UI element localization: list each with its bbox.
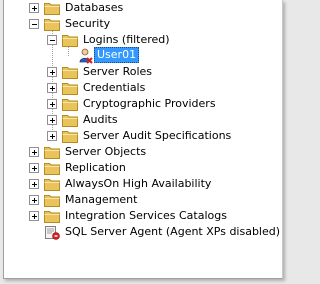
tree-item-label: Credentials bbox=[83, 81, 146, 94]
expand-icon[interactable] bbox=[29, 195, 39, 205]
expand-icon[interactable] bbox=[29, 211, 39, 221]
object-explorer-tree: Databases Security Logins (filtered) Use… bbox=[3, 0, 283, 279]
folder-icon bbox=[62, 67, 78, 79]
folder-icon bbox=[44, 163, 60, 175]
tree-item-management[interactable]: Management bbox=[4, 192, 274, 208]
tree-item-label: Cryptographic Providers bbox=[83, 97, 216, 110]
folder-icon bbox=[62, 83, 78, 95]
tree-item-label: Replication bbox=[65, 161, 126, 174]
expand-icon[interactable] bbox=[47, 99, 57, 109]
tree-item-label-selected: User01 bbox=[94, 47, 140, 63]
folder-icon bbox=[62, 131, 78, 143]
tree-item-label: SQL Server Agent (Agent XPs disabled) bbox=[65, 225, 281, 238]
tree-item-server-audit-specifications[interactable]: Server Audit Specifications bbox=[4, 128, 274, 144]
sql-agent-icon bbox=[45, 226, 60, 240]
tree-item-integration-services[interactable]: Integration Services Catalogs bbox=[4, 208, 274, 224]
folder-icon bbox=[44, 179, 60, 191]
tree-item-server-objects[interactable]: Server Objects bbox=[4, 144, 274, 160]
expand-icon[interactable] bbox=[47, 131, 57, 141]
tree-item-label: AlwaysOn High Availability bbox=[65, 177, 212, 190]
expand-icon[interactable] bbox=[47, 67, 57, 77]
tree-item-server-roles[interactable]: Server Roles bbox=[4, 64, 274, 80]
tree-item-label: Server Audit Specifications bbox=[83, 129, 232, 142]
expand-icon[interactable] bbox=[47, 115, 57, 125]
expand-icon[interactable] bbox=[29, 147, 39, 157]
expand-icon[interactable] bbox=[47, 83, 57, 93]
tree-item-cryptographic-providers[interactable]: Cryptographic Providers bbox=[4, 96, 274, 112]
tree-item-logins[interactable]: Logins (filtered) bbox=[4, 32, 274, 48]
folder-icon bbox=[44, 211, 60, 223]
tree-item-label: Integration Services Catalogs bbox=[65, 209, 227, 222]
expand-icon[interactable] bbox=[29, 3, 39, 13]
tree-item-security[interactable]: Security bbox=[4, 16, 274, 32]
tree-item-alwayson[interactable]: AlwaysOn High Availability bbox=[4, 176, 274, 192]
tree-item-sql-server-agent[interactable]: SQL Server Agent (Agent XPs disabled) bbox=[4, 224, 281, 240]
tree-item-label: Security bbox=[65, 17, 111, 30]
tree-item-audits[interactable]: Audits bbox=[4, 112, 274, 128]
tree-item-user01[interactable]: User01 bbox=[4, 47, 274, 64]
expand-icon[interactable] bbox=[29, 179, 39, 189]
folder-icon bbox=[44, 3, 60, 15]
folder-icon bbox=[62, 115, 78, 127]
tree-item-label: Server Objects bbox=[65, 145, 147, 158]
tree-item-credentials[interactable]: Credentials bbox=[4, 80, 274, 96]
folder-icon bbox=[62, 99, 78, 111]
expand-icon[interactable] bbox=[29, 163, 39, 173]
tree-item-label: Databases bbox=[65, 1, 124, 14]
tree-item-label: Server Roles bbox=[83, 65, 153, 78]
folder-icon bbox=[44, 195, 60, 207]
tree-item-label: Logins (filtered) bbox=[83, 33, 170, 46]
folder-open-icon bbox=[44, 19, 60, 31]
tree-item-databases[interactable]: Databases bbox=[4, 0, 274, 16]
collapse-icon[interactable] bbox=[29, 19, 39, 29]
folder-icon bbox=[44, 147, 60, 159]
tree-item-label: Audits bbox=[83, 113, 118, 126]
tree-item-replication[interactable]: Replication bbox=[4, 160, 274, 176]
tree-item-label: Management bbox=[65, 193, 138, 206]
folder-open-icon bbox=[62, 35, 78, 47]
user-login-icon bbox=[79, 48, 93, 64]
collapse-icon[interactable] bbox=[47, 35, 57, 45]
